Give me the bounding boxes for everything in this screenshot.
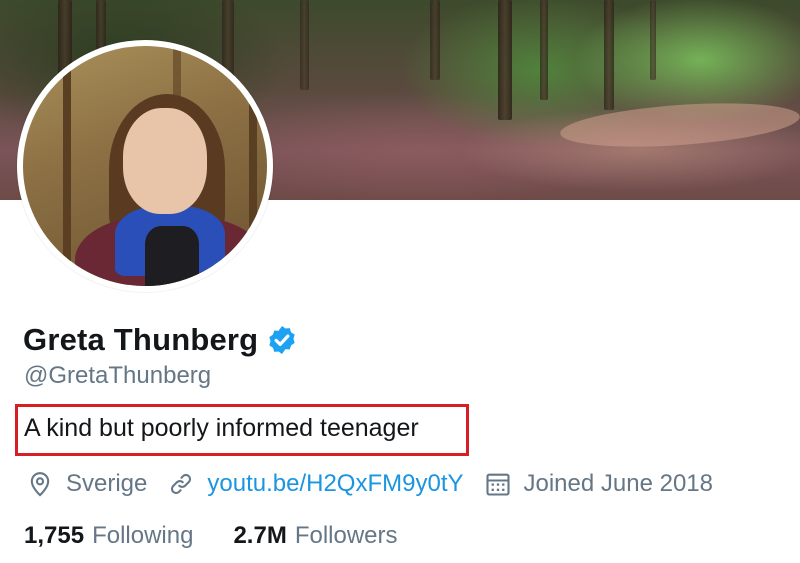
joined-date: Joined June 2018 — [523, 470, 714, 497]
followers-stat[interactable]: 2.7M Followers — [233, 522, 397, 550]
name-row: Greta Thunberg — [23, 317, 298, 363]
website-item: youtu.be/H2QxFM9y0tY — [167, 470, 464, 498]
joined-item: Joined June 2018 — [484, 470, 714, 498]
following-label: Following — [92, 522, 194, 549]
avatar-photo — [23, 46, 267, 286]
location-pin-icon — [30, 472, 50, 497]
location-item: Sverige — [26, 470, 147, 498]
following-stat[interactable]: 1,755 Following — [24, 522, 193, 550]
followers-count: 2.7M — [233, 522, 287, 549]
calendar-icon — [485, 473, 510, 496]
verified-badge-icon — [269, 326, 295, 354]
following-count: 1,755 — [24, 522, 85, 549]
profile-bio: A kind but poorly informed teenager — [24, 414, 419, 442]
website-link[interactable]: youtu.be/H2QxFM9y0tY — [207, 470, 463, 498]
location-text: Sverige — [66, 470, 148, 497]
link-icon — [171, 473, 192, 495]
user-handle: @GretaThunberg — [24, 362, 212, 389]
profile-meta: Sverige youtu.be/H2QxFM9y0tY Joined June… — [26, 467, 733, 501]
display-name: Greta Thunberg — [23, 322, 259, 357]
follow-stats: 1,755 Following 2.7M Followers — [24, 518, 438, 554]
profile-avatar[interactable] — [17, 40, 273, 292]
profile-page: Greta Thunberg @GretaThunberg A kind but… — [0, 0, 800, 563]
followers-label: Followers — [294, 522, 398, 549]
